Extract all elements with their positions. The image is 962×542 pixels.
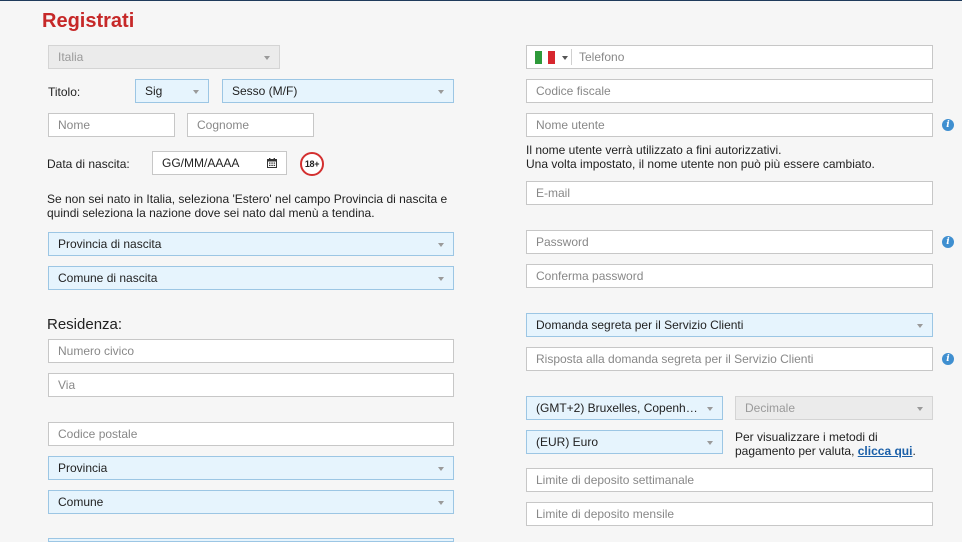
- timezone-value: (GMT+2) Bruxelles, Copenhagen, Madrid, P…: [536, 401, 713, 415]
- chevron-down-icon: [917, 324, 923, 328]
- security-answer-placeholder: Risposta alla domanda segreta per il Ser…: [536, 352, 814, 366]
- next-select-partial[interactable]: [48, 538, 454, 542]
- currency-note: Per visualizzare i metodi di pagamento p…: [735, 430, 940, 458]
- phone-placeholder: Telefono: [579, 50, 625, 64]
- divider: [571, 49, 572, 65]
- chevron-down-icon: [438, 90, 444, 94]
- chevron-down-icon: [264, 56, 270, 60]
- country-select[interactable]: Italia: [48, 45, 280, 69]
- weekly-limit-field[interactable]: Limite di deposito settimanale: [526, 468, 933, 492]
- province-value: Provincia: [58, 461, 108, 475]
- city-value: Comune: [58, 495, 104, 509]
- chevron-down-icon: [562, 56, 568, 60]
- birth-province-value: Provincia di nascita: [58, 237, 162, 251]
- age-18-badge: 18+: [300, 152, 324, 176]
- timezone-select[interactable]: (GMT+2) Bruxelles, Copenhagen, Madrid, P…: [526, 396, 723, 420]
- italy-flag-icon[interactable]: [535, 51, 556, 64]
- house-number-field[interactable]: Numero civico: [48, 339, 454, 363]
- monthly-limit-field[interactable]: Limite di deposito mensile: [526, 502, 933, 526]
- dob-field[interactable]: GG/MM/AAAA: [152, 151, 287, 175]
- weekly-limit-placeholder: Limite di deposito settimanale: [536, 473, 695, 487]
- info-icon[interactable]: i: [942, 236, 954, 248]
- phone-field[interactable]: Telefono: [526, 45, 933, 69]
- dob-placeholder: GG/MM/AAAA: [162, 156, 240, 170]
- chevron-down-icon: [438, 467, 444, 471]
- chevron-down-icon: [438, 501, 444, 505]
- birth-city-select[interactable]: Comune di nascita: [48, 266, 454, 290]
- password-field[interactable]: Password: [526, 230, 933, 254]
- decimal-value: Decimale: [745, 401, 796, 415]
- postal-code-field[interactable]: Codice postale: [48, 422, 454, 446]
- page-title: Registrati: [42, 10, 135, 32]
- last-name-placeholder: Cognome: [197, 118, 250, 132]
- top-border: [0, 0, 962, 1]
- currency-note-end: .: [912, 444, 916, 458]
- gender-value: Sesso (M/F): [232, 84, 298, 98]
- gender-select[interactable]: Sesso (M/F): [222, 79, 454, 103]
- fiscal-code-field[interactable]: Codice fiscale: [526, 79, 933, 103]
- username-note-2: Una volta impostato, il nome utente non …: [526, 157, 875, 171]
- username-placeholder: Nome utente: [536, 118, 605, 132]
- chevron-down-icon: [917, 407, 923, 411]
- province-select[interactable]: Provincia: [48, 456, 454, 480]
- title-label: Titolo:: [48, 85, 81, 99]
- info-icon[interactable]: i: [942, 119, 954, 131]
- email-field[interactable]: E-mail: [526, 181, 933, 205]
- street-placeholder: Via: [58, 378, 76, 392]
- username-note-1: Il nome utente verrà utilizzato a fini a…: [526, 143, 782, 157]
- salutation-select[interactable]: Sig: [135, 79, 209, 103]
- chevron-down-icon: [707, 441, 713, 445]
- username-field[interactable]: Nome utente: [526, 113, 933, 137]
- security-question-value: Domanda segreta per il Servizio Clienti: [536, 318, 744, 332]
- first-name-field[interactable]: Nome: [48, 113, 175, 137]
- chevron-down-icon: [707, 407, 713, 411]
- security-question-select[interactable]: Domanda segreta per il Servizio Clienti: [526, 313, 933, 337]
- chevron-down-icon: [438, 243, 444, 247]
- chevron-down-icon: [438, 277, 444, 281]
- birth-note: Se non sei nato in Italia, seleziona 'Es…: [47, 192, 448, 220]
- first-name-placeholder: Nome: [58, 118, 91, 132]
- email-placeholder: E-mail: [536, 186, 571, 200]
- currency-select[interactable]: (EUR) Euro: [526, 430, 723, 454]
- currency-note-text: Per visualizzare i metodi di pagamento p…: [735, 430, 878, 458]
- confirm-password-field[interactable]: Conferma password: [526, 264, 933, 288]
- info-icon[interactable]: i: [942, 353, 954, 365]
- monthly-limit-placeholder: Limite di deposito mensile: [536, 507, 675, 521]
- chevron-down-icon: [193, 90, 199, 94]
- security-answer-field[interactable]: Risposta alla domanda segreta per il Ser…: [526, 347, 933, 371]
- city-select[interactable]: Comune: [48, 490, 454, 514]
- click-here-link[interactable]: clicca qui: [858, 444, 913, 458]
- last-name-field[interactable]: Cognome: [187, 113, 314, 137]
- confirm-password-placeholder: Conferma password: [536, 269, 644, 283]
- street-field[interactable]: Via: [48, 373, 454, 397]
- salutation-value: Sig: [145, 84, 163, 98]
- currency-value: (EUR) Euro: [536, 435, 599, 449]
- birth-province-select[interactable]: Provincia di nascita: [48, 232, 454, 256]
- house-number-placeholder: Numero civico: [58, 344, 135, 358]
- residence-heading: Residenza:: [47, 316, 123, 333]
- calendar-icon[interactable]: [267, 158, 277, 168]
- country-select-value: Italia: [58, 50, 84, 64]
- password-placeholder: Password: [536, 235, 589, 249]
- fiscal-code-placeholder: Codice fiscale: [536, 84, 611, 98]
- decimal-select[interactable]: Decimale: [735, 396, 933, 420]
- postal-code-placeholder: Codice postale: [58, 427, 138, 441]
- dob-label: Data di nascita:: [47, 157, 130, 171]
- birth-city-value: Comune di nascita: [58, 271, 158, 285]
